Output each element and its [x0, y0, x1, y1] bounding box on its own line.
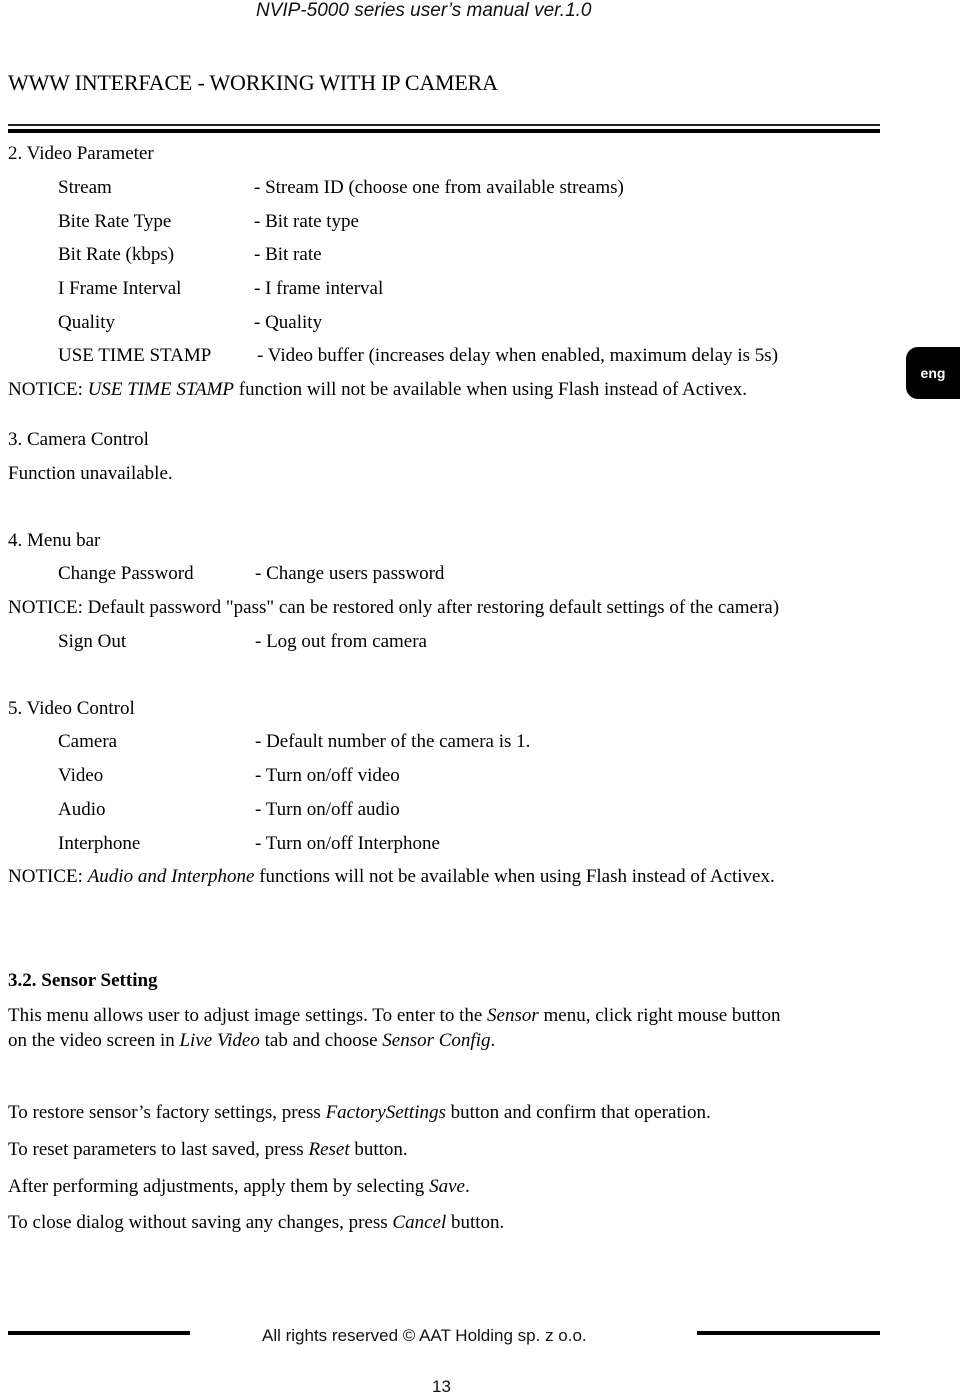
- page-number: 13: [432, 1377, 451, 1396]
- language-tab: eng: [906, 347, 960, 399]
- page-title: WWW INTERFACE - WORKING WITH IP CAMERA: [8, 70, 498, 95]
- notice-emphasis: Audio and Interphone: [87, 866, 255, 887]
- sensor-intro-line-2: on the video screen in Live Video tab an…: [8, 1030, 495, 1052]
- camera-control-text: Function unavailable.: [8, 463, 173, 484]
- footer-rule-left: [8, 1331, 190, 1335]
- text-run: To reset parameters to last saved, press: [8, 1139, 309, 1160]
- section-heading-video-parameter: 2. Video Parameter: [8, 143, 154, 164]
- menu-label: Sign Out: [58, 631, 127, 652]
- emphasis-button-name: Save: [429, 1176, 465, 1197]
- section-heading-video-control: 5. Video Control: [8, 698, 135, 719]
- emphasis-sensor: Sensor: [487, 1005, 539, 1026]
- param-desc: - Bit rate type: [254, 211, 359, 232]
- notice-emphasis: USE TIME STAMP: [87, 379, 235, 400]
- control-desc: - Turn on/off video: [255, 765, 400, 786]
- control-desc: - Turn on/off Interphone: [255, 833, 440, 854]
- language-tab-label: eng: [920, 365, 946, 381]
- menu-desc: - Change users password: [255, 563, 445, 584]
- text-run: tab and choose: [259, 1030, 383, 1051]
- emphasis-button-name: Cancel: [392, 1212, 447, 1233]
- header-rule-thin: [8, 124, 880, 126]
- control-label: Interphone: [58, 833, 141, 854]
- notice-default-password: NOTICE: Default password "pass" can be r…: [8, 597, 780, 618]
- notice-prefix: NOTICE:: [8, 866, 88, 887]
- text-run: menu, click right mouse button: [538, 1005, 781, 1026]
- text-run: This menu allows user to adjust image se…: [8, 1005, 488, 1026]
- text-run: on the video screen in: [8, 1030, 180, 1051]
- instruction-reset: To reset parameters to last saved, press…: [8, 1139, 408, 1161]
- control-label: Video: [58, 765, 104, 786]
- param-label: I Frame Interval: [58, 278, 182, 299]
- text-run: After performing adjustments, apply them…: [8, 1176, 430, 1197]
- param-desc: - Quality: [254, 312, 323, 333]
- control-label: Audio: [58, 799, 106, 820]
- instruction-factory-settings: To restore sensor’s factory settings, pr…: [8, 1102, 711, 1124]
- control-desc: - Default number of the camera is 1.: [255, 731, 531, 752]
- param-desc: - Stream ID (choose one from available s…: [254, 177, 624, 198]
- text-run: button.: [349, 1139, 408, 1160]
- control-desc: - Turn on/off audio: [255, 799, 400, 820]
- menu-desc: - Log out from camera: [255, 631, 427, 652]
- notice-audio-interphone: NOTICE: Audio and Interphone functions w…: [8, 866, 775, 888]
- param-desc: - Bit rate: [254, 244, 322, 265]
- running-header: NVIP-5000 series user’s manual ver.1.0: [256, 0, 592, 21]
- text-run: .: [464, 1176, 470, 1197]
- section-heading-menu-bar: 4. Menu bar: [8, 530, 101, 551]
- text-run: .: [490, 1030, 496, 1051]
- sensor-intro-line-1: This menu allows user to adjust image se…: [8, 1005, 780, 1027]
- notice-suffix: functions will not be available when usi…: [254, 866, 775, 887]
- notice-prefix: NOTICE:: [8, 379, 88, 400]
- emphasis-sensor-config: Sensor Config: [382, 1030, 491, 1051]
- footer-rule-right: [697, 1331, 880, 1335]
- text-run: To close dialog without saving any chang…: [8, 1212, 393, 1233]
- notice-suffix: function will not be available when usin…: [234, 379, 747, 400]
- section-heading-sensor-setting: 3.2. Sensor Setting: [8, 970, 158, 991]
- header-rule-thick: [8, 129, 880, 133]
- text-run: To restore sensor’s factory settings, pr…: [8, 1102, 326, 1123]
- text-run: button.: [446, 1212, 505, 1233]
- instruction-save: After performing adjustments, apply them…: [8, 1176, 470, 1198]
- param-label: Stream: [58, 177, 112, 198]
- emphasis-button-name: FactorySettings: [325, 1102, 446, 1123]
- control-label: Camera: [58, 731, 118, 752]
- param-desc: - I frame interval: [254, 278, 384, 299]
- param-label: Bit Rate (kbps): [58, 244, 175, 265]
- instruction-cancel: To close dialog without saving any chang…: [8, 1212, 504, 1234]
- param-desc: - Video buffer (increases delay when ena…: [257, 345, 779, 366]
- param-label: Bite Rate Type: [58, 211, 172, 232]
- section-heading-camera-control: 3. Camera Control: [8, 429, 149, 450]
- emphasis-live-video: Live Video: [179, 1030, 260, 1051]
- emphasis-button-name: Reset: [308, 1139, 350, 1160]
- notice-time-stamp: NOTICE: USE TIME STAMP function will not…: [8, 379, 747, 401]
- text-run: button and confirm that operation.: [445, 1102, 711, 1123]
- menu-label: Change Password: [58, 563, 194, 584]
- param-label: Quality: [58, 312, 115, 333]
- param-label: USE TIME STAMP: [58, 345, 212, 366]
- footer-copyright: All rights reserved © AAT Holding sp. z …: [262, 1326, 587, 1345]
